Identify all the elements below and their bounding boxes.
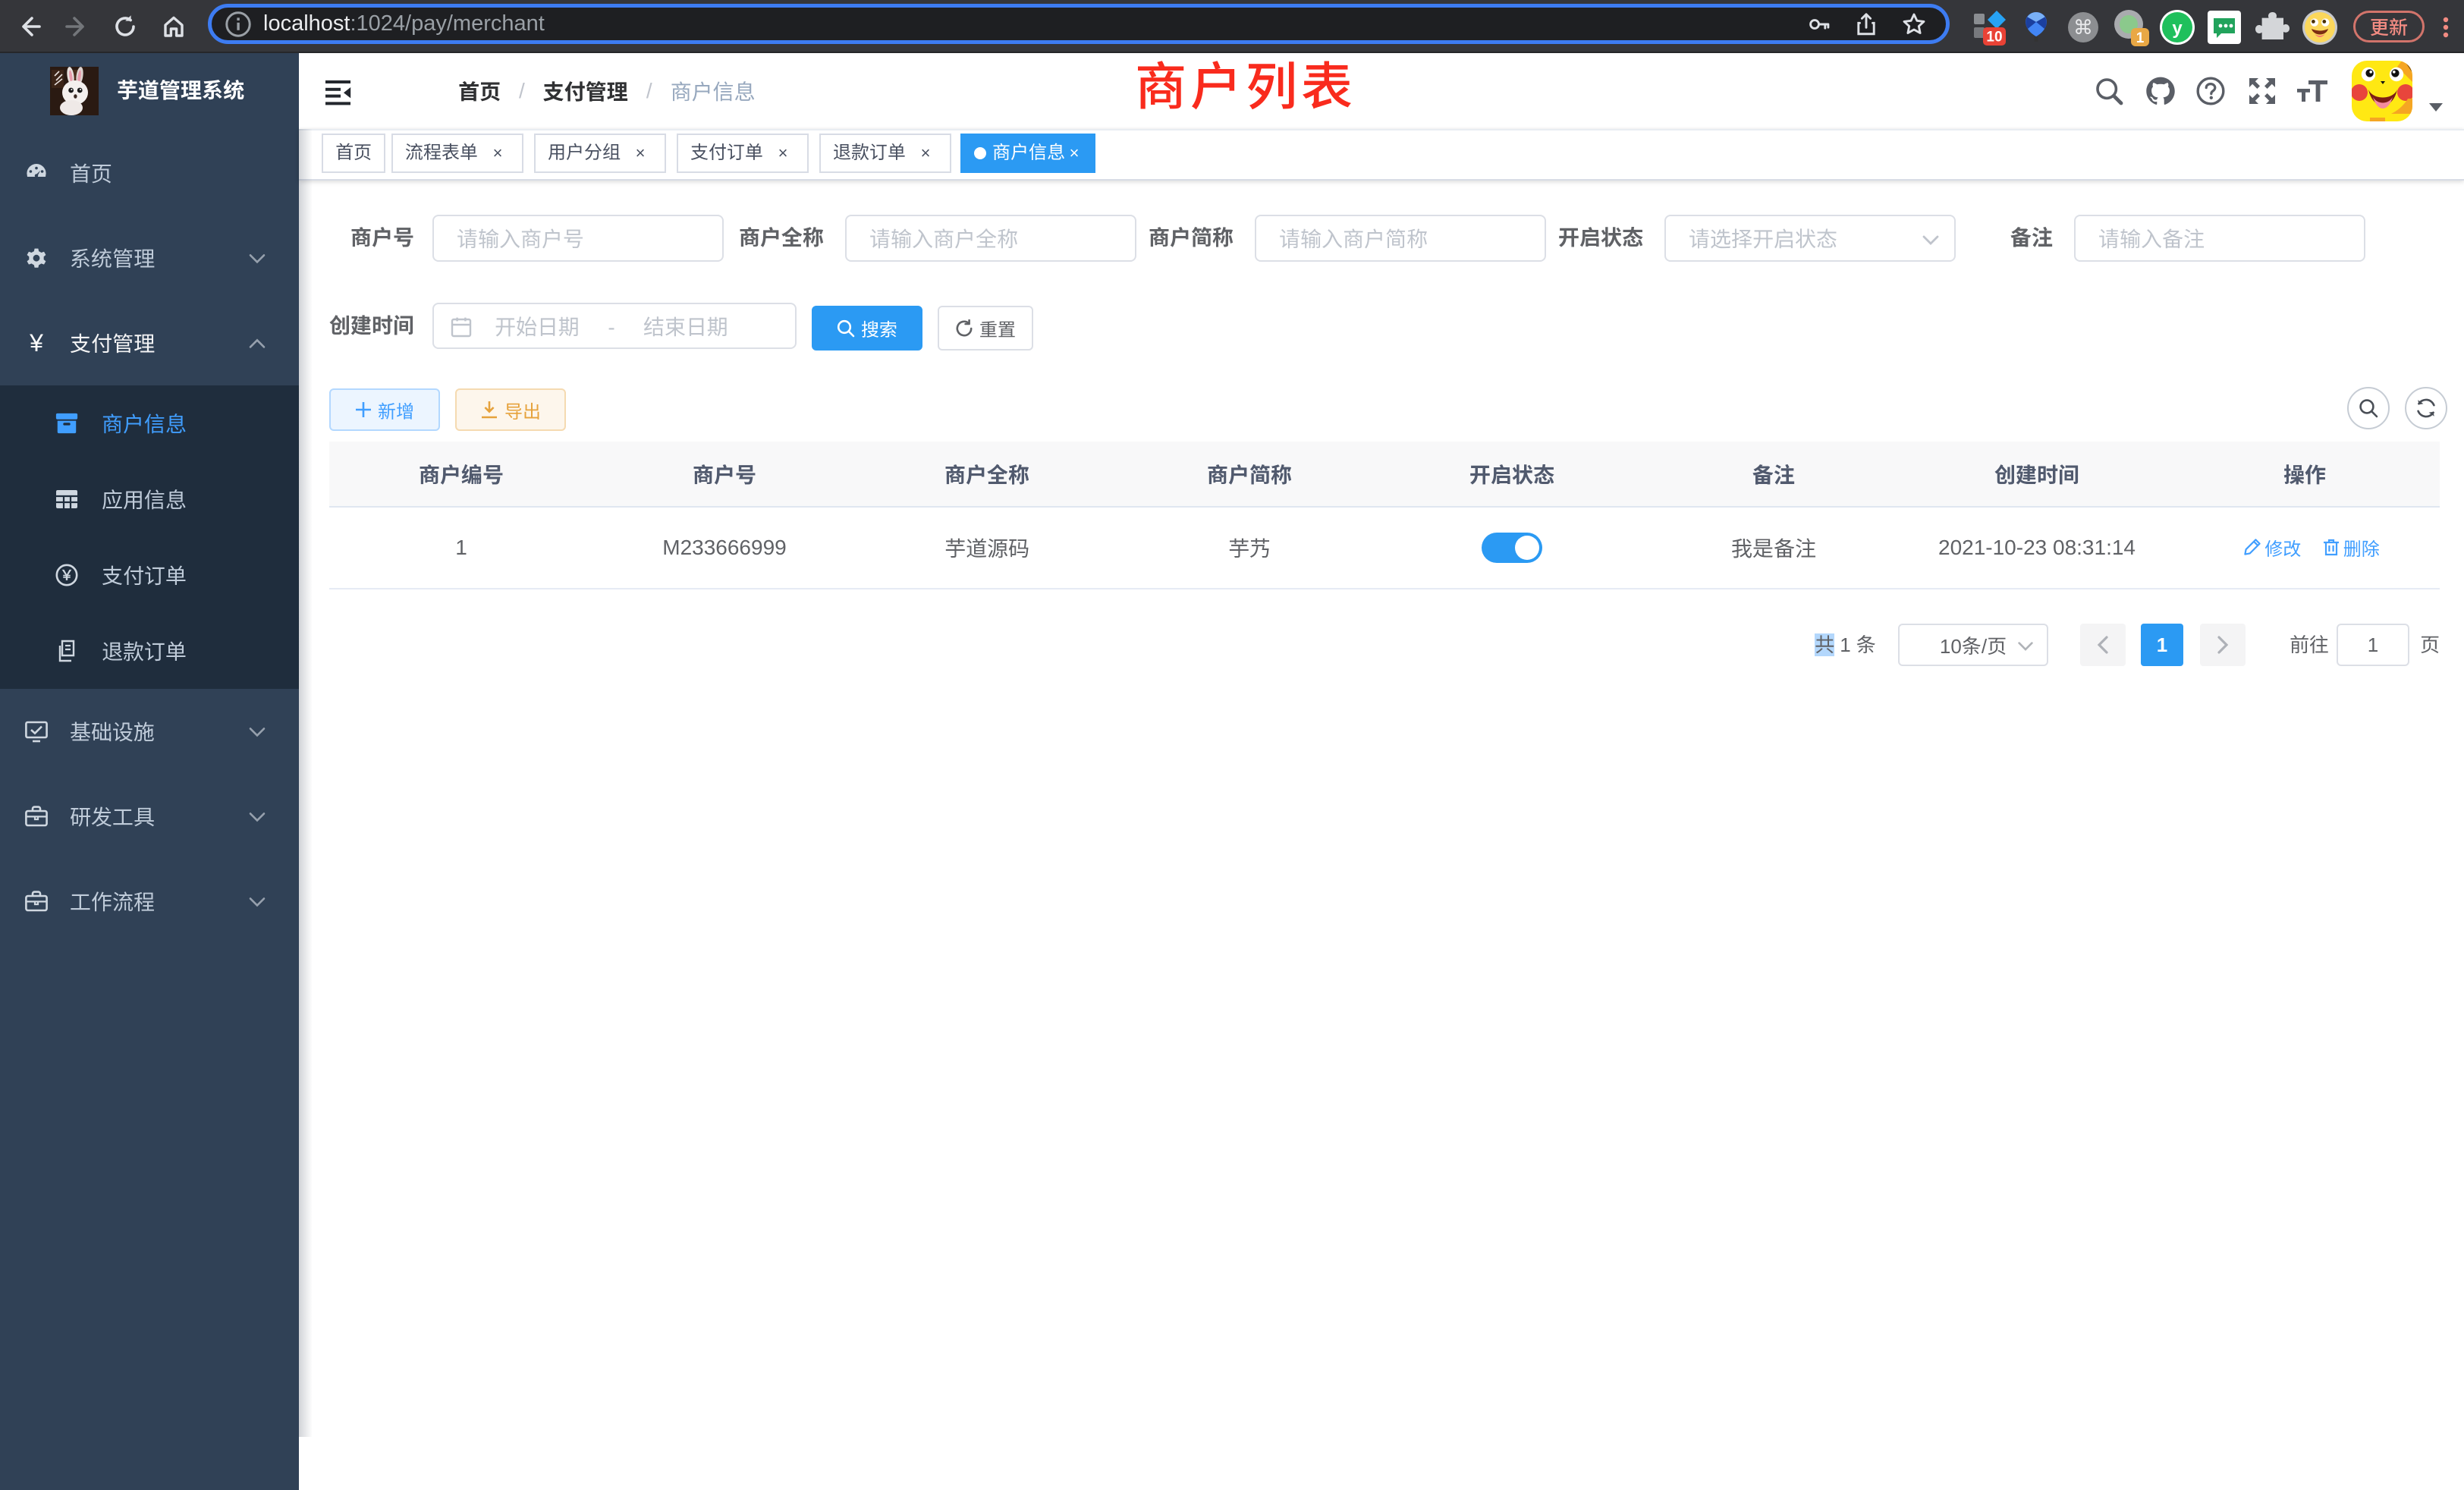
svg-text:⌘: ⌘ [2073,16,2093,39]
svg-text:y: y [2172,18,2183,39]
svg-text:￥: ￥ [60,568,74,583]
svg-text:1: 1 [2136,30,2145,46]
svg-text:10: 10 [1986,30,2002,46]
